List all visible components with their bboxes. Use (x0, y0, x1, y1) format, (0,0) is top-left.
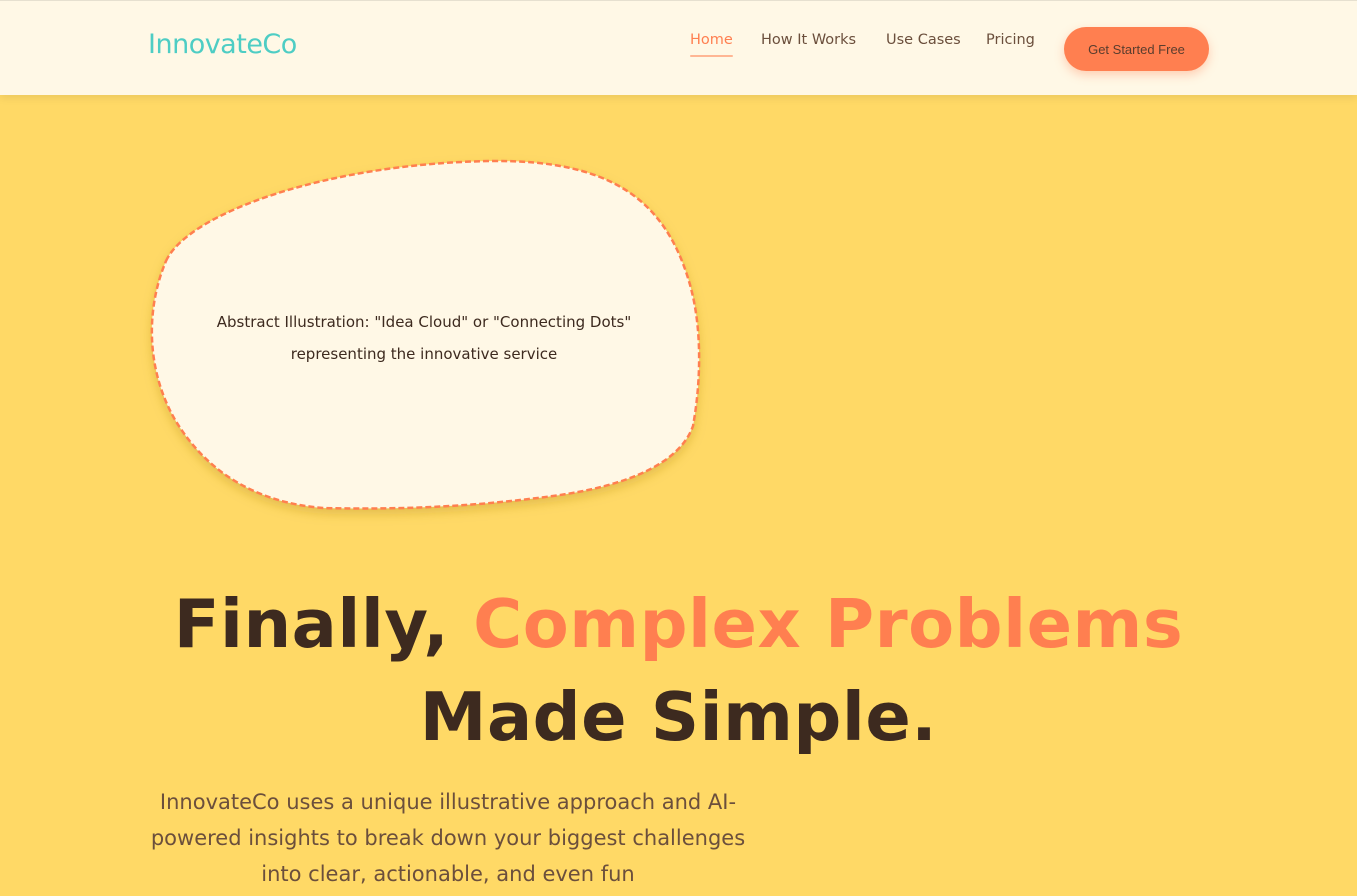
nav-link-how-it-works[interactable]: How It Works (761, 32, 856, 48)
headline-part2: Made Simple. (419, 678, 938, 756)
get-started-button[interactable]: Get Started Free (1064, 27, 1209, 71)
nav-link-label: Use Cases (886, 32, 961, 48)
nav-active-underline (690, 55, 733, 57)
logo[interactable]: InnovateCo (148, 29, 297, 60)
hero-headline: Finally, Complex Problems Made Simple. (0, 578, 1357, 764)
nav-link-use-cases[interactable]: Use Cases (886, 32, 961, 48)
nav-link-label: Home (690, 32, 733, 48)
nav-link-pricing[interactable]: Pricing (986, 32, 1035, 48)
illustration-placeholder: Abstract Illustration: "Idea Cloud" or "… (148, 158, 701, 512)
illustration-caption-line1: Abstract Illustration: "Idea Cloud" or "… (216, 313, 632, 331)
nav-link-home[interactable]: Home (690, 32, 733, 57)
nav-link-label: Pricing (986, 32, 1035, 48)
site-header: InnovateCo Home How It Works Use Cases P… (0, 0, 1357, 95)
nav-link-label: How It Works (761, 32, 857, 48)
headline-part1: Finally, (173, 585, 474, 663)
hero-description: InnovateCo uses a unique illustrative ap… (150, 790, 746, 886)
illustration-caption-line2: representing the innovative service (290, 345, 558, 363)
illustration-caption: Abstract Illustration: "Idea Cloud" or "… (178, 306, 670, 370)
headline-accent: Complex Problems (473, 585, 1184, 663)
